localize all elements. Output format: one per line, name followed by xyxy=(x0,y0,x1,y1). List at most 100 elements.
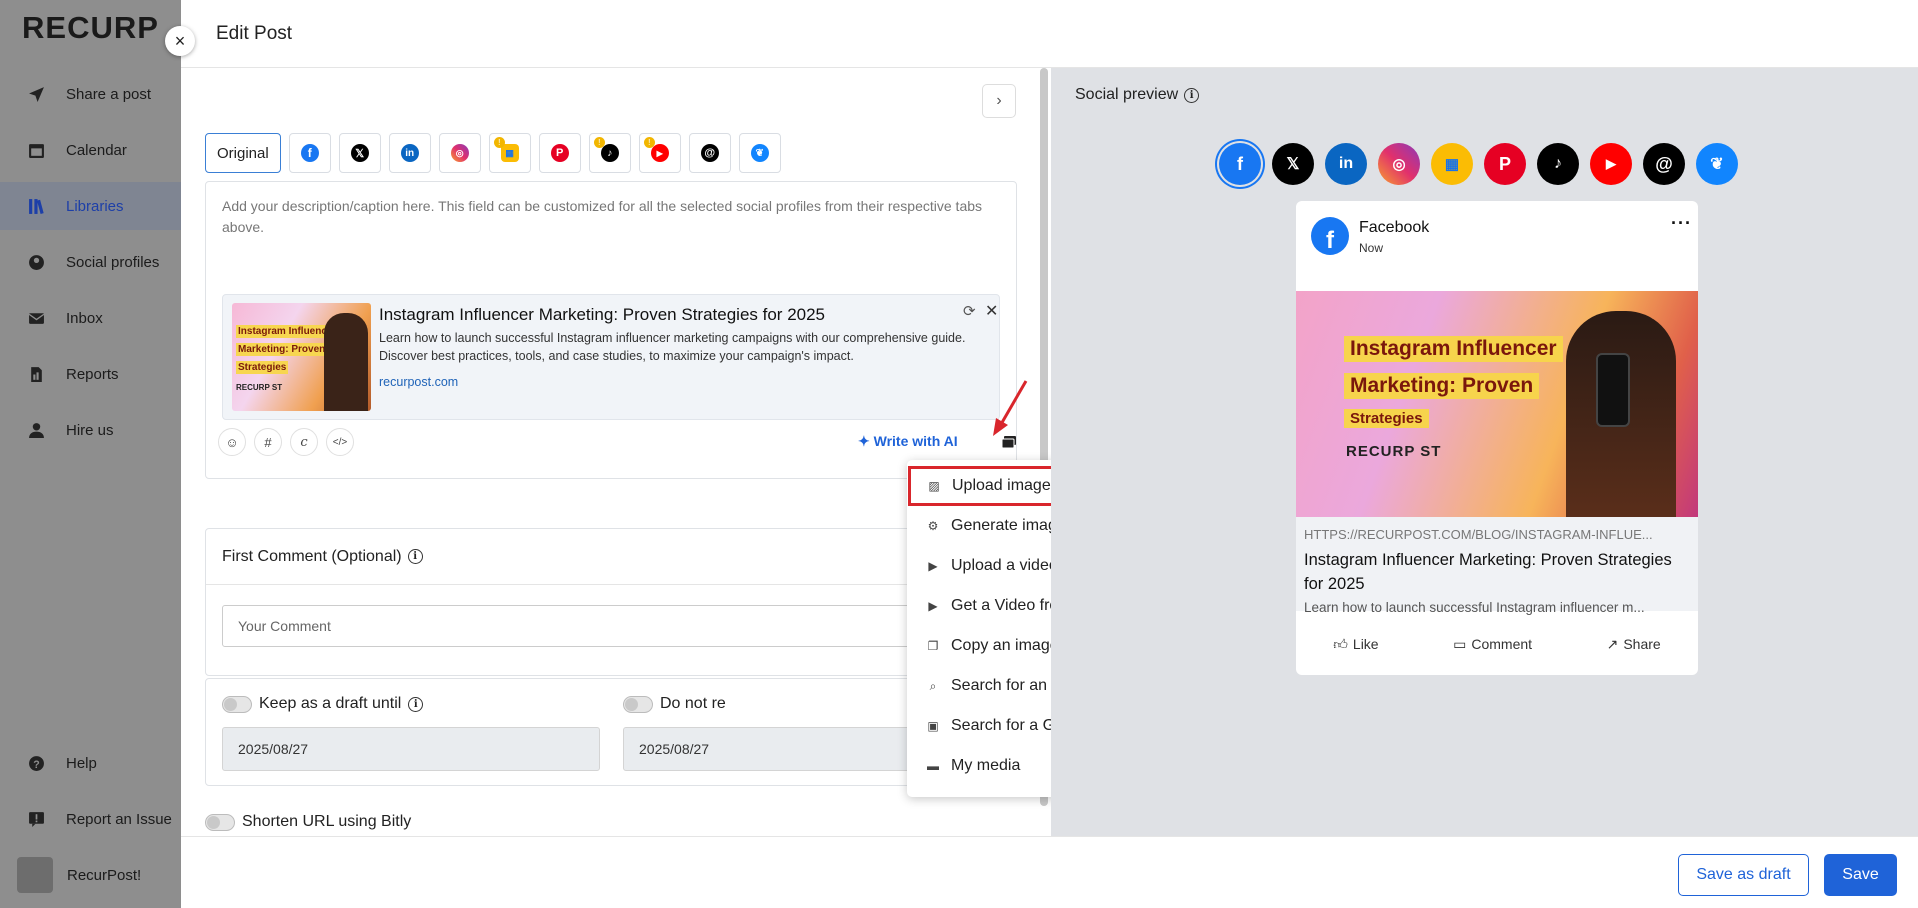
fb-like-button[interactable]: 👍︎ Like xyxy=(1333,636,1378,653)
refresh-icon[interactable]: ⟳ xyxy=(963,302,976,320)
link-preview-image: Instagram Influencer Marketing: Proven S… xyxy=(232,303,371,411)
info-icon[interactable]: i xyxy=(1184,87,1200,103)
google-business-icon: ▦ xyxy=(500,144,519,162)
tab-tiktok[interactable]: ! ♪ xyxy=(588,133,631,173)
more-options-icon[interactable]: ··· xyxy=(1671,213,1692,234)
fb-link-meta: HTTPS://RECURPOST.COM/BLOG/INSTAGRAM-INF… xyxy=(1296,517,1698,615)
report-issue-icon xyxy=(26,809,46,829)
link-description: Learn how to launch successful Instagram… xyxy=(379,331,966,363)
annotation-arrow xyxy=(993,380,1028,436)
facebook-icon[interactable]: f xyxy=(1219,143,1261,185)
expand-preview-button[interactable]: › xyxy=(982,84,1016,118)
tab-instagram[interactable]: ◎ xyxy=(438,133,481,173)
x-icon: 𝕏 xyxy=(350,144,369,162)
menu-item-upload-images[interactable]: ▨ Upload images xyxy=(908,466,1051,506)
google-business-icon[interactable]: ▦ xyxy=(1431,143,1473,185)
menu-item-label: Search for an image xyxy=(951,677,1051,694)
menu-item-upload-video[interactable]: ▶ Upload a video xyxy=(907,546,1051,586)
sidebar-item-help[interactable]: ? Help xyxy=(0,739,181,787)
sidebar-item-reports[interactable]: Reports xyxy=(0,350,181,398)
modal-header: Edit Post xyxy=(181,0,1918,68)
svg-text:?: ? xyxy=(33,758,39,770)
youtube-icon: ▶ xyxy=(650,144,669,162)
fb-comment-button[interactable]: ▭ Comment xyxy=(1453,636,1532,653)
youtube-icon[interactable]: ▶ xyxy=(1590,143,1632,185)
sidebar-item-calendar[interactable]: Calendar xyxy=(0,126,181,174)
sidebar-item-report-issue[interactable]: Report an Issue xyxy=(0,795,181,843)
bitly-toggle[interactable] xyxy=(205,813,235,831)
tab-google-business[interactable]: ! ▦ xyxy=(488,133,531,173)
menu-item-copy-image-web[interactable]: ❐ Copy an image from the web xyxy=(907,626,1051,666)
tab-threads[interactable]: @ xyxy=(688,133,731,173)
link-url[interactable]: recurpost.com xyxy=(379,375,458,389)
draft-settings-section: Keep as a draft until i 2025/08/27 Do no… xyxy=(205,678,1017,786)
threads-icon[interactable]: @ xyxy=(1643,143,1685,185)
preview-title: Social preview i xyxy=(1075,86,1200,104)
sidebar-item-label: RecurPost! xyxy=(67,866,142,884)
description-placeholder[interactable]: Add your description/caption here. This … xyxy=(222,196,982,238)
menu-item-search-gif[interactable]: ▣ Search for a GIF xyxy=(907,706,1051,746)
write-with-ai-button[interactable]: ✦ Write with AI xyxy=(858,433,958,450)
sidebar-item-label: Calendar xyxy=(66,141,127,159)
sidebar-item-label: Report an Issue xyxy=(66,810,172,828)
sidebar-item-social-profiles[interactable]: Social profiles xyxy=(0,238,181,286)
image-text: RECURP ST xyxy=(236,383,283,392)
link-title: Instagram Influencer Marketing: Proven S… xyxy=(379,305,826,324)
emoji-icon[interactable]: ☺ xyxy=(218,428,246,456)
keep-draft-toggle[interactable] xyxy=(222,695,252,713)
hashtag-icon[interactable]: # xyxy=(254,428,282,456)
comment-icon: ▭ xyxy=(1453,635,1467,652)
tab-x[interactable]: 𝕏 xyxy=(338,133,381,173)
facebook-logo-icon: f xyxy=(1311,217,1349,255)
close-icon[interactable]: ✕ xyxy=(985,301,998,321)
menu-item-label: Upload images xyxy=(952,477,1051,494)
first-comment-section: First Comment (Optional) i Your Comment xyxy=(205,528,1017,676)
sidebar-item-share-a-post[interactable]: Share a post xyxy=(0,70,181,118)
tab-facebook[interactable]: f xyxy=(288,133,331,173)
inbox-icon xyxy=(26,308,46,328)
keep-draft-date-input[interactable]: 2025/08/27 xyxy=(222,727,600,771)
pinterest-icon[interactable]: P xyxy=(1484,143,1526,185)
menu-item-search-image[interactable]: ⌕ Search for an image xyxy=(907,666,1051,706)
info-icon[interactable]: i xyxy=(407,549,423,564)
description-editor[interactable]: Add your description/caption here. This … xyxy=(205,181,1017,479)
sidebar-item-inbox[interactable]: Inbox xyxy=(0,294,181,342)
fb-share-button[interactable]: ↗ Share xyxy=(1607,636,1661,653)
logo: RECURP xyxy=(22,10,159,45)
info-icon[interactable]: i xyxy=(408,696,424,712)
fb-actions: 👍︎ Like ▭ Comment ↗ Share xyxy=(1296,619,1698,669)
x-icon[interactable]: 𝕏 xyxy=(1272,143,1314,185)
save-as-draft-button[interactable]: Save as draft xyxy=(1678,854,1809,896)
image-text: Instagram Influencer xyxy=(1344,336,1563,362)
facebook-preview-card: f Facebook Now ··· Instagram Influencer … xyxy=(1296,201,1698,675)
tab-bluesky[interactable]: ❦ xyxy=(738,133,781,173)
bluesky-icon[interactable]: ❦ xyxy=(1696,143,1738,185)
tiktok-icon[interactable]: ♪ xyxy=(1537,143,1579,185)
tab-original[interactable]: Original xyxy=(205,133,281,173)
save-button[interactable]: Save xyxy=(1824,854,1897,896)
pinterest-icon: P xyxy=(550,144,569,162)
sidebar-item-hire-us[interactable]: Hire us xyxy=(0,406,181,454)
instagram-icon: ◎ xyxy=(450,144,469,162)
menu-item-video-url[interactable]: ▶ Get a Video from URL xyxy=(907,586,1051,626)
menu-item-my-media[interactable]: ▬ My media xyxy=(907,746,1051,786)
chevron-right-icon: › xyxy=(996,92,1002,109)
linkedin-icon[interactable]: in xyxy=(1325,143,1367,185)
do-not-repeat-toggle[interactable] xyxy=(623,695,653,713)
sidebar-item-account[interactable]: RecurPost! xyxy=(0,851,181,899)
menu-item-generate-image-ai[interactable]: ⚙ Generate image using AI xyxy=(907,506,1051,546)
fb-link-url: HTTPS://RECURPOST.COM/BLOG/INSTAGRAM-INF… xyxy=(1304,527,1653,542)
tab-youtube[interactable]: ! ▶ xyxy=(638,133,681,173)
sidebar-item-label: Hire us xyxy=(66,421,114,439)
tab-linkedin[interactable]: in xyxy=(388,133,431,173)
sidebar-item-libraries[interactable]: Libraries xyxy=(0,182,181,230)
sidebar: RECURP Share a post Calendar Libraries S… xyxy=(0,0,181,908)
comment-input[interactable]: Your Comment xyxy=(222,605,1000,647)
code-icon[interactable]: </> xyxy=(326,428,354,456)
tab-pinterest[interactable]: P xyxy=(538,133,581,173)
instagram-icon[interactable]: ◎ xyxy=(1378,143,1420,185)
do-not-repeat-row: Do not re xyxy=(623,695,726,713)
close-modal-button[interactable]: × xyxy=(165,26,195,56)
text-format-icon[interactable]: c xyxy=(290,428,318,456)
menu-item-label: Get a Video from URL xyxy=(951,597,1051,614)
